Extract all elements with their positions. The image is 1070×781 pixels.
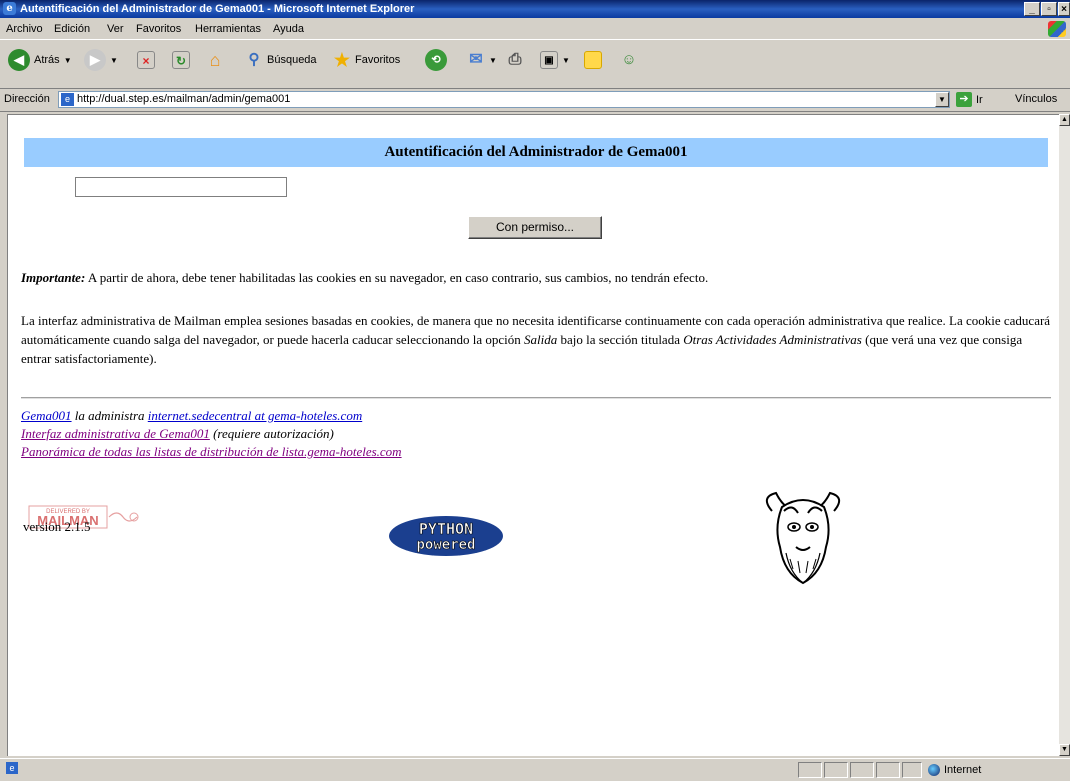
admin-email-link[interactable]: internet.sedecentral at gema-hoteles.com bbox=[148, 408, 362, 423]
globe-icon bbox=[928, 764, 940, 776]
forward-arrow-icon: ▶ bbox=[84, 49, 106, 71]
home-icon: ⌂ bbox=[209, 50, 221, 70]
refresh-icon: ↻ bbox=[172, 51, 190, 69]
info-text-2: bajo la sección titulada bbox=[557, 332, 684, 347]
folder-icon bbox=[584, 51, 602, 69]
edit-button[interactable]: ▣ ▼ bbox=[540, 48, 570, 72]
python-wordmark: PYTHON bbox=[419, 520, 473, 538]
python-powered-logo[interactable]: PYTHON powered bbox=[387, 515, 505, 557]
status-cell bbox=[824, 762, 848, 778]
page-title: Autentificación del Administrador de Gem… bbox=[24, 138, 1048, 167]
window-title: Autentificación del Administrador de Gem… bbox=[20, 3, 415, 15]
page-content: Autentificación del Administrador de Gem… bbox=[7, 114, 1059, 756]
back-button[interactable]: ◀ Atrás ▼ bbox=[8, 48, 72, 72]
chevron-down-icon: ▼ bbox=[63, 55, 72, 65]
cookie-notice: Importante: A partir de ahora, debe tene… bbox=[21, 270, 1051, 286]
mail-button[interactable]: ✉ ▼ bbox=[467, 48, 497, 72]
discuss-button[interactable] bbox=[584, 48, 602, 72]
scroll-up-icon[interactable]: ▲ bbox=[1059, 114, 1070, 126]
ie-icon: e bbox=[3, 2, 16, 15]
address-dropdown-icon[interactable]: ▼ bbox=[935, 92, 949, 107]
address-label: Dirección bbox=[4, 93, 50, 105]
info-section: Otras Actividades Administrativas bbox=[683, 332, 862, 347]
menu-bar: Archivo Edición Ver Favoritos Herramient… bbox=[0, 19, 1070, 40]
go-arrow-icon: ➔ bbox=[956, 92, 972, 107]
chevron-down-icon: ▼ bbox=[110, 55, 118, 65]
admin-interface-note: (requiere autorización) bbox=[209, 426, 334, 441]
administered-by-text: la administra bbox=[71, 408, 148, 423]
print-button[interactable]: ⎙ bbox=[506, 48, 524, 72]
messenger-icon: ☺ bbox=[621, 51, 637, 68]
window-title-bar[interactable]: e Autentificación del Administrador de G… bbox=[0, 0, 1070, 18]
back-arrow-icon: ◀ bbox=[8, 49, 30, 71]
footer: Gema001 la administra internet.sedecentr… bbox=[21, 407, 402, 461]
windows-logo-icon bbox=[1048, 21, 1066, 37]
star-icon: ★ bbox=[333, 50, 351, 70]
history-icon: ⟲ bbox=[425, 49, 447, 71]
address-url: http://dual.step.es/mailman/admin/gema00… bbox=[77, 93, 291, 105]
forward-button[interactable]: ▶ ▼ bbox=[84, 48, 118, 72]
edit-icon: ▣ bbox=[540, 51, 558, 69]
scroll-down-icon[interactable]: ▼ bbox=[1059, 744, 1070, 756]
stop-button[interactable]: × bbox=[137, 48, 155, 72]
page-icon: e bbox=[61, 93, 74, 106]
history-button[interactable]: ⟲ bbox=[425, 48, 447, 72]
minimize-button[interactable]: _ bbox=[1024, 2, 1040, 16]
address-input[interactable]: e http://dual.step.es/mailman/admin/gema… bbox=[58, 91, 950, 108]
search-icon: ⚲ bbox=[248, 51, 260, 68]
go-button[interactable]: ➔ Ir bbox=[956, 92, 983, 107]
status-cell bbox=[850, 762, 874, 778]
close-button[interactable]: × bbox=[1058, 2, 1070, 16]
menu-ver[interactable]: Ver bbox=[107, 19, 124, 39]
go-label: Ir bbox=[976, 93, 983, 106]
toolbar: ◀ Atrás ▼ ▶ ▼ × ↻ ⌂ ⚲ Búsqueda ★ Favorit… bbox=[0, 40, 1070, 89]
important-label: Importante: bbox=[21, 270, 86, 285]
mail-icon: ✉ bbox=[469, 51, 483, 68]
print-icon: ⎙ bbox=[508, 51, 522, 68]
lists-overview-link[interactable]: Panorámica de todas las listas de distri… bbox=[21, 444, 402, 459]
maximize-button[interactable]: ▫ bbox=[1041, 2, 1057, 16]
info-salida: Salida bbox=[524, 332, 558, 347]
favorites-button[interactable]: ★ Favoritos bbox=[333, 48, 400, 72]
security-zone: Internet bbox=[928, 764, 981, 776]
status-cell bbox=[876, 762, 900, 778]
menu-favoritos[interactable]: Favoritos bbox=[136, 19, 181, 39]
zone-label: Internet bbox=[944, 764, 982, 776]
info-paragraph: La interfaz administrativa de Mailman em… bbox=[21, 311, 1051, 368]
favorites-label: Favoritos bbox=[355, 54, 401, 66]
login-button[interactable]: Con permiso... bbox=[468, 216, 602, 239]
gnu-logo[interactable] bbox=[758, 489, 848, 587]
vertical-scrollbar[interactable]: ▲ ▼ bbox=[1059, 114, 1070, 756]
address-bar: Dirección e http://dual.step.es/mailman/… bbox=[0, 89, 1070, 112]
status-cell bbox=[902, 762, 922, 778]
divider bbox=[21, 397, 1051, 399]
links-button[interactable]: Vínculos bbox=[1015, 93, 1057, 105]
stop-icon: × bbox=[137, 51, 155, 69]
status-cell bbox=[798, 762, 822, 778]
back-label: Atrás bbox=[34, 54, 60, 66]
menu-herramientas[interactable]: Herramientas bbox=[195, 19, 261, 39]
password-field[interactable] bbox=[75, 177, 287, 197]
python-powered-text: powered bbox=[416, 537, 475, 553]
search-label: Búsqueda bbox=[267, 54, 317, 66]
search-button[interactable]: ⚲ Búsqueda bbox=[245, 48, 317, 72]
menu-edicion[interactable]: Edición bbox=[54, 19, 90, 39]
status-bar: e Internet bbox=[0, 758, 1070, 781]
refresh-button[interactable]: ↻ bbox=[172, 48, 190, 72]
important-text: A partir de ahora, debe tener habilitada… bbox=[85, 270, 709, 285]
list-link[interactable]: Gema001 bbox=[21, 408, 72, 423]
home-button[interactable]: ⌂ bbox=[206, 48, 224, 72]
menu-archivo[interactable]: Archivo bbox=[6, 19, 43, 39]
messenger-button[interactable]: ☺ bbox=[620, 48, 638, 72]
admin-interface-link[interactable]: Interfaz administrativa de Gema001 bbox=[21, 426, 210, 441]
chevron-down-icon: ▼ bbox=[489, 55, 497, 65]
menu-ayuda[interactable]: Ayuda bbox=[273, 19, 304, 39]
status-text: e bbox=[4, 762, 796, 778]
chevron-down-icon: ▼ bbox=[562, 55, 570, 65]
page-icon: e bbox=[6, 762, 18, 774]
mailman-version: version 2.1.5 bbox=[23, 519, 91, 534]
